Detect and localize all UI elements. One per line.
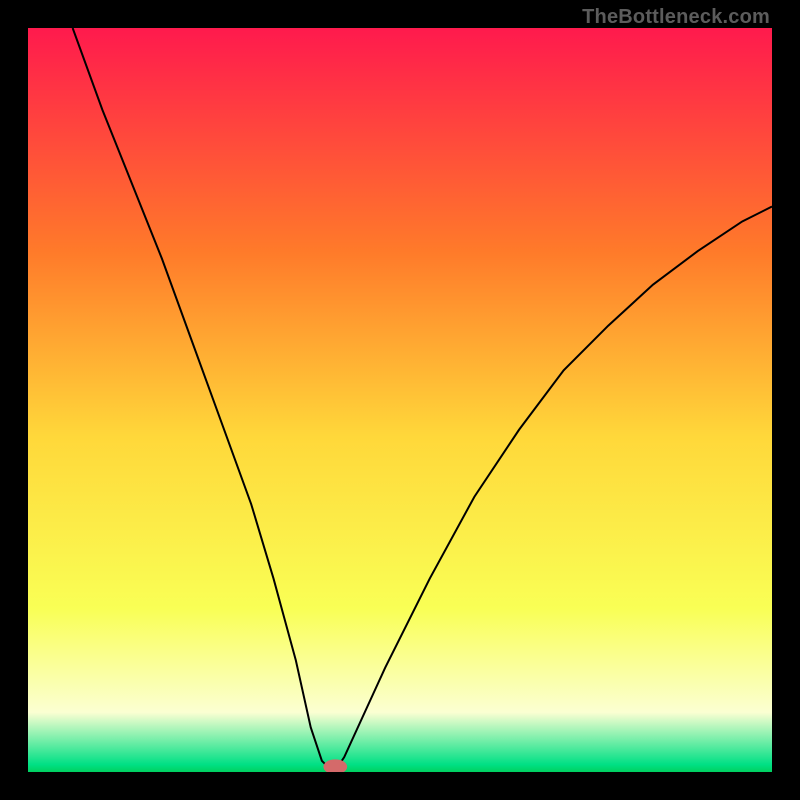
watermark-label: TheBottleneck.com bbox=[582, 6, 770, 29]
plot-area bbox=[28, 28, 772, 772]
chart-svg bbox=[28, 28, 772, 772]
chart-frame: TheBottleneck.com bbox=[0, 0, 800, 800]
gradient-background bbox=[28, 28, 772, 772]
